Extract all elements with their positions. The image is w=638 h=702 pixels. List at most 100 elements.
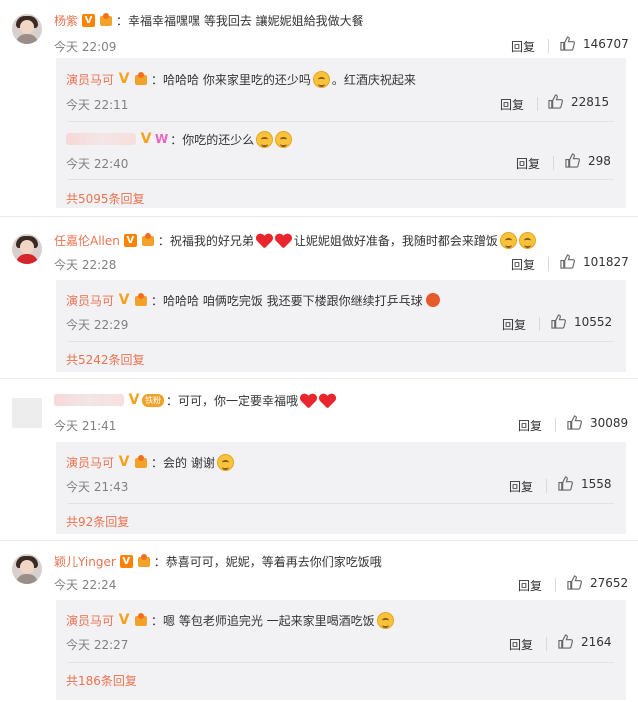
like-button[interactable]: 146707	[560, 36, 629, 51]
grin-emoji-icon	[518, 231, 536, 249]
verified-v-icon: V	[82, 13, 96, 27]
verified-v-icon: V	[118, 453, 130, 470]
like-count: 101827	[583, 254, 629, 269]
reply-text: ：你吃的还少么	[170, 132, 255, 147]
reply-box: 演员马可 V ：会的 谢谢 今天 21:43 回复 1558 共92条回复	[56, 442, 626, 534]
comment-time: 今天 21:41	[54, 419, 117, 433]
like-button[interactable]: 22815	[548, 94, 609, 109]
reply-time: 今天 22:40	[66, 157, 129, 171]
like-button[interactable]: 1558	[558, 476, 612, 491]
comment-time: 今天 22:24	[54, 578, 117, 592]
thumbs-up-icon	[548, 94, 563, 109]
username-link[interactable]	[66, 133, 136, 145]
thumbs-up-icon	[558, 476, 573, 491]
grin-emoji-icon	[499, 231, 517, 249]
reply-time: 今天 22:29	[66, 318, 129, 332]
reply-button[interactable]: 回复	[502, 316, 526, 333]
comment-text: ：恭喜可可，妮妮，等着再去你们家吃饭哦	[153, 554, 382, 569]
verified-v-icon: V	[118, 291, 130, 308]
like-button[interactable]: 30089	[567, 415, 628, 430]
thumbs-up-icon	[565, 153, 580, 168]
reply-button[interactable]: 回复	[511, 256, 535, 273]
reply-box: 演员马可 V ：哈哈哈 咱俩吃完饭 我还要下楼跟你继续打乒乓球 今天 22:29…	[56, 280, 626, 372]
username-link[interactable]: 演员马可	[66, 454, 114, 471]
vip-crown-icon	[133, 72, 149, 86]
heart-icon	[275, 232, 292, 248]
more-replies-link[interactable]: 共5242条回复	[66, 351, 145, 368]
username-link[interactable]: 杨紫	[54, 12, 78, 29]
comment-item: 任嘉伦Allen V ：祝福我的好兄弟 让妮妮姐做好准备，我随时都会来蹭饭 今天…	[0, 218, 638, 374]
reply-button[interactable]: 回复	[511, 38, 535, 55]
reply-time: 今天 22:11	[66, 98, 129, 112]
like-count: 1558	[581, 476, 612, 491]
reply-text: ：嗯 等包老师追完光 一起来家里喝酒吃饭	[151, 613, 375, 628]
reply-text: ：哈哈哈 咱俩吃完饭 我还要下楼跟你继续打乒乓球	[151, 293, 423, 308]
heart-icon	[256, 232, 273, 248]
vip-crown-icon	[98, 13, 114, 27]
avatar[interactable]	[12, 398, 42, 428]
comment-item: 杨紫 V ：幸福幸福嘿嘿 等我回去 讓妮妮姐給我做大餐 今天 22:09 回复 …	[0, 0, 638, 208]
reply-button[interactable]: 回复	[509, 478, 533, 495]
like-count: 30089	[590, 415, 629, 430]
reply-button[interactable]: 回复	[518, 417, 542, 434]
reply-button[interactable]: 回复	[509, 636, 533, 653]
avatar[interactable]	[12, 14, 42, 44]
comment-thread: 杨紫 V ：幸福幸福嘿嘿 等我回去 讓妮妮姐給我做大餐 今天 22:09 回复 …	[0, 0, 638, 702]
comment-time: 今天 22:09	[54, 40, 117, 54]
like-button[interactable]: 10552	[551, 314, 612, 329]
like-count: 22815	[571, 94, 610, 109]
like-button[interactable]: 298	[565, 153, 611, 168]
drool-emoji-icon	[256, 130, 274, 148]
reply-button[interactable]: 回复	[516, 155, 540, 172]
fan-badge: 铁粉	[142, 393, 164, 407]
thumbs-up-icon	[551, 314, 566, 329]
avatar[interactable]	[12, 234, 42, 264]
verified-v-icon: V	[118, 611, 130, 628]
username-link[interactable]: 颖儿Yinger	[54, 553, 116, 570]
like-button[interactable]: 101827	[560, 254, 629, 269]
like-button[interactable]: 27652	[567, 575, 628, 590]
comment-text: ：幸福幸福嘿嘿 等我回去 讓妮妮姐給我做大餐	[116, 13, 364, 28]
reply-time: 今天 22:27	[66, 638, 129, 652]
comment-text: ：祝福我的好兄弟	[157, 233, 254, 248]
comment-item: V 铁粉 ：可可，你一定要幸福哦 今天 21:41 回复 30089 演员马可 …	[0, 380, 638, 536]
like-button[interactable]: 2164	[558, 634, 612, 649]
reply-text: ：会的 谢谢	[151, 455, 215, 470]
like-count: 10552	[574, 314, 613, 329]
thumbs-up-icon	[560, 254, 575, 269]
verified-v-icon: V	[123, 233, 137, 247]
vip-crown-icon	[133, 293, 149, 307]
reply-text: ：哈哈哈 你来家里吃的还少吗	[151, 72, 311, 87]
vip-crown-icon	[136, 554, 152, 568]
reply-button[interactable]: 回复	[500, 96, 524, 113]
username-link[interactable]: 演员马可	[66, 71, 114, 88]
thumbs-up-icon	[560, 36, 575, 51]
heart-icon	[319, 392, 336, 408]
like-count: 2164	[581, 634, 612, 649]
reply-button[interactable]: 回复	[518, 577, 542, 594]
like-count: 298	[588, 153, 611, 168]
username-link[interactable]	[54, 394, 124, 406]
more-replies-link[interactable]: 共5095条回复	[66, 190, 145, 207]
vip-crown-icon	[140, 233, 156, 247]
smile-emoji-icon	[216, 453, 234, 471]
more-replies-link[interactable]: 共186条回复	[66, 672, 137, 689]
avatar[interactable]	[12, 554, 42, 584]
username-link[interactable]: 演员马可	[66, 612, 114, 629]
vip-crown-icon	[133, 613, 149, 627]
more-replies-link[interactable]: 共92条回复	[66, 513, 129, 530]
thumbs-up-icon	[558, 634, 573, 649]
comment-item: 颖儿Yinger V ：恭喜可可，妮妮，等着再去你们家吃饭哦 今天 22:24 …	[0, 542, 638, 700]
verified-v-icon: V	[128, 391, 140, 408]
comment-text: ：可可，你一定要幸福哦	[166, 393, 299, 408]
w-badge-icon: W	[155, 132, 169, 146]
verified-v-icon: V	[140, 130, 152, 147]
vip-crown-icon	[133, 455, 149, 469]
reply-box: 演员马可 V ：哈哈哈 你来家里吃的还少吗 。红酒庆祝起来 今天 22:11 回…	[56, 58, 626, 208]
comment-time: 今天 22:28	[54, 258, 117, 272]
username-link[interactable]: 演员马可	[66, 292, 114, 309]
thumbs-up-icon	[567, 415, 582, 430]
verified-v-icon: V	[119, 554, 133, 568]
thumbs-up-icon	[567, 575, 582, 590]
username-link[interactable]: 任嘉伦Allen	[54, 232, 120, 249]
